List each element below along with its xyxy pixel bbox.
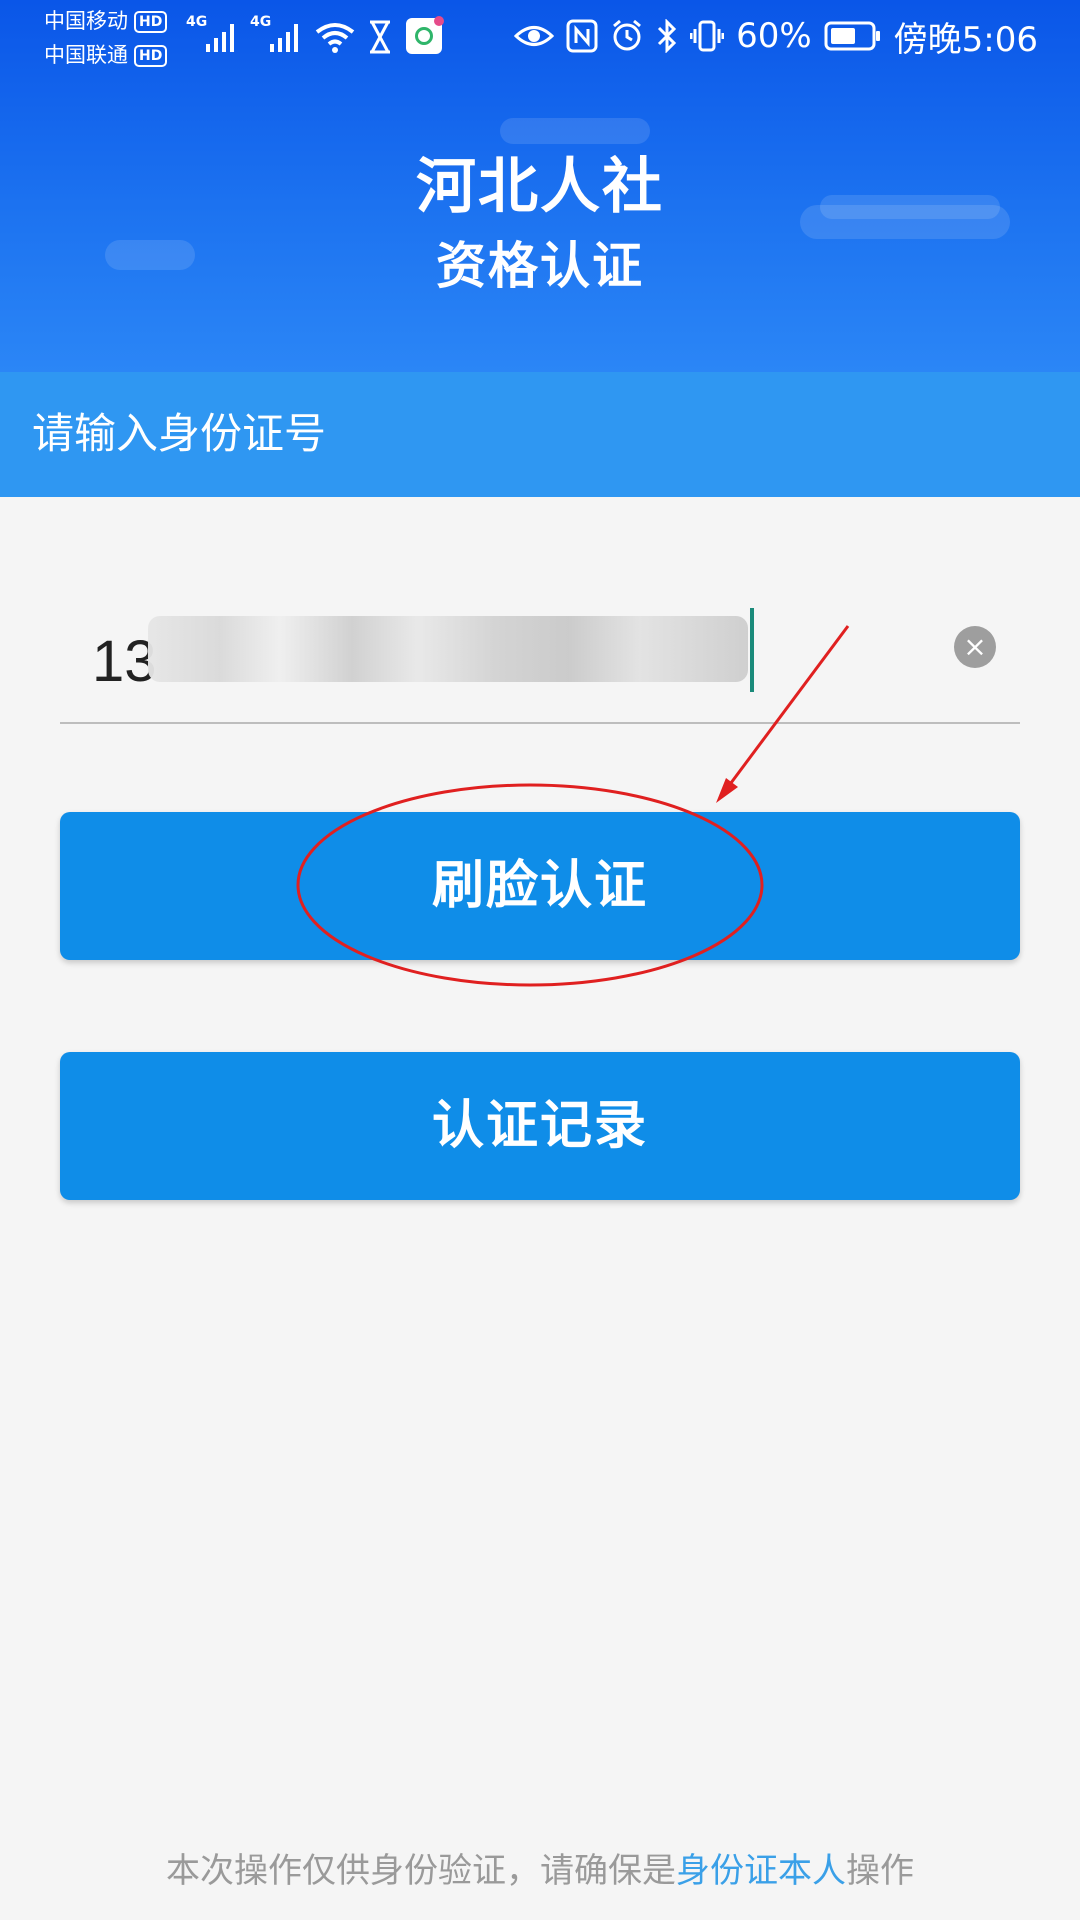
hourglass-icon [370, 20, 390, 54]
cloud-decoration [500, 118, 650, 144]
app-header: 中国移动 HD 中国联通 HD 4G 4G 60% 傍晚5:06 河北人社 资格… [0, 0, 1080, 372]
id-number-input[interactable]: 13 × [60, 600, 1020, 724]
hd-badge: HD [134, 45, 168, 67]
vibrate-icon [690, 20, 725, 52]
text-cursor [750, 608, 754, 692]
carrier-2-name: 中国联通 [44, 43, 128, 67]
signal-icon [270, 24, 298, 52]
app-subtitle: 资格认证 [436, 237, 644, 295]
eye-icon [514, 26, 555, 46]
alarm-icon [613, 19, 642, 51]
carrier-1: 中国移动 HD [44, 8, 168, 34]
footer-notice: 本次操作仅供身份验证，请确保是身份证本人操作 [0, 1846, 1080, 1896]
footer-text-after: 操作 [846, 1851, 914, 1891]
hd-badge: HD [134, 11, 168, 33]
app-notification-icon [406, 16, 444, 54]
nfc-icon [566, 19, 598, 53]
app-title: 河北人社 [416, 152, 664, 222]
footer-highlight: 身份证本人 [676, 1851, 846, 1891]
clear-input-icon[interactable]: × [954, 626, 996, 668]
signal-icon [206, 24, 234, 52]
footer-text-before: 本次操作仅供身份验证，请确保是 [166, 1851, 676, 1891]
clock: 傍晚5:06 [893, 19, 1038, 60]
bluetooth-icon [658, 19, 677, 53]
auth-records-button[interactable]: 认证记录 [60, 1052, 1020, 1200]
face-auth-button[interactable]: 刷脸认证 [60, 812, 1020, 960]
redacted-mask [148, 616, 748, 682]
status-right-group: 60% 傍晚5:06 [514, 14, 1038, 60]
battery-percent: 60% [736, 16, 812, 56]
annotation-arrow-head [716, 778, 738, 803]
carrier-2: 中国联通 HD [44, 42, 168, 68]
battery-icon [824, 21, 880, 51]
status-bar: 中国移动 HD 中国联通 HD 4G 4G 60% 傍晚5:06 [0, 0, 1080, 72]
wifi-icon [315, 23, 355, 53]
id-prompt-label: 请输入身份证号 [32, 409, 327, 458]
id-prompt-bar: 请输入身份证号 [0, 372, 1080, 497]
carrier-1-name: 中国移动 [44, 9, 128, 33]
id-number-value: 13 [92, 629, 157, 694]
